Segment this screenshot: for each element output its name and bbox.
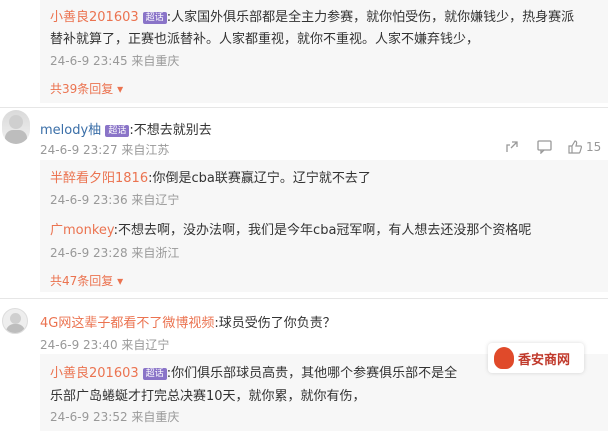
watermark-text: 香安商网 xyxy=(518,353,571,368)
comment1-badge: 超话 xyxy=(105,124,130,137)
avatar[interactable] xyxy=(2,110,30,144)
top-reply-more-link[interactable]: 共39条回复 ▾ xyxy=(50,80,123,97)
watermark-logo: 香安商网 xyxy=(488,343,584,373)
reply-line: 半醉看夕阳1816:你倒是cba联赛赢辽宁。辽宁就不去了 xyxy=(50,167,371,186)
like-icon[interactable] xyxy=(568,140,583,158)
top-reply-time: 24-6-9 23:45 来自重庆 xyxy=(50,54,180,68)
divider xyxy=(0,298,608,299)
top-reply-line1: 小善良201603 超话:人家国外俱乐部都是全主力参赛，就你怕受伤，就你嫌钱少，… xyxy=(50,6,574,25)
comment2-nick[interactable]: 4G网这辈子都看不了微博视频 xyxy=(40,316,214,331)
reply-nick[interactable]: 小善良201603 xyxy=(50,366,139,381)
share-icon[interactable] xyxy=(505,140,519,158)
reply-line: 小善良201603 超话:你们俱乐部球员高贵，其他哪个参赛俱乐部不是全 xyxy=(50,362,457,381)
reply-time: 24-6-9 23:28 来自浙江 xyxy=(50,246,180,260)
reply-time: 24-6-9 23:36 来自辽宁 xyxy=(50,193,180,207)
comment2-line: 4G网这辈子都看不了微博视频:球员受伤了你负责？ xyxy=(40,312,336,331)
reply-text: :你们俱乐部球员高贵，其他哪个参赛俱乐部不是全 xyxy=(166,366,458,381)
comment1-text: :不想去就别去 xyxy=(129,123,212,138)
top-reply-nick[interactable]: 小善良201603 xyxy=(50,10,139,25)
comment2-time: 24-6-9 23:40 来自辽宁 xyxy=(40,338,170,352)
reply-time: 24-6-9 23:52 来自重庆 xyxy=(50,410,180,424)
comment1-nick[interactable]: melody柚 xyxy=(40,123,101,138)
comment1-more-link[interactable]: 共47条回复 ▾ xyxy=(50,272,123,289)
reply-text: :你倒是cba联赛赢辽宁。辽宁就不去了 xyxy=(148,171,371,186)
comment1-replies: 半醉看夕阳1816:你倒是cba联赛赢辽宁。辽宁就不去了 24-6-9 23:3… xyxy=(40,160,608,292)
flame-icon xyxy=(494,347,514,369)
reply-text: :不想去啊，没办法啊，我们是今年cba冠军啊，有人想去还没那个资格呢 xyxy=(113,223,532,238)
reply-nick[interactable]: 广monkey xyxy=(50,223,114,238)
top-reply-text-2: 替补就算了，正赛也派替补。人家都重视，就你不重视。人家不嫌弃钱少， xyxy=(50,32,480,47)
top-reply-text-1: :人家国外俱乐部都是全主力参赛，就你怕受伤，就你嫌钱少，热身赛派 xyxy=(166,10,575,25)
reply-line: 广monkey:不想去啊，没办法啊，我们是今年cba冠军啊，有人想去还没那个资格… xyxy=(50,219,531,238)
avatar[interactable] xyxy=(2,308,28,334)
comment2-text: :球员受伤了你负责？ xyxy=(214,316,336,331)
divider xyxy=(0,107,608,108)
reply-text-2: 乐部广岛蜷蜒才打完总决赛10天，就你累，就你有伤， xyxy=(50,389,366,404)
top-reply-block: 小善良201603 超话:人家国外俱乐部都是全主力参赛，就你怕受伤，就你嫌钱少，… xyxy=(40,0,608,103)
like-count: 15 xyxy=(586,140,602,154)
reply-badge: 超话 xyxy=(142,367,167,380)
comment-icon[interactable] xyxy=(537,140,552,158)
comment1-line: melody柚 超话:不想去就别去 xyxy=(40,119,212,138)
comment1-time: 24-6-9 23:27 来自江苏 xyxy=(40,143,170,157)
top-reply-badge: 超话 xyxy=(142,11,167,24)
reply-nick[interactable]: 半醉看夕阳1816 xyxy=(50,171,148,186)
